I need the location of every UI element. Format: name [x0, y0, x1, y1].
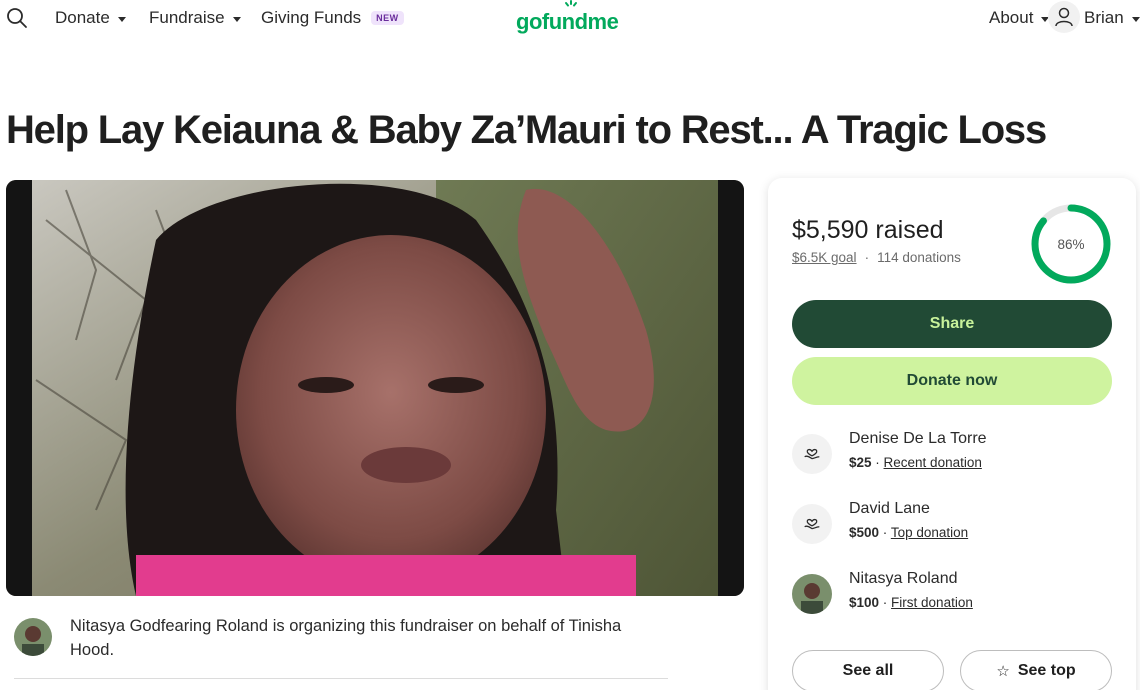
nav-user-menu[interactable]: Brian — [1084, 8, 1140, 28]
donor-amount: $25 — [849, 455, 872, 470]
meta-separator: · — [871, 455, 884, 470]
recent-donation-link[interactable]: Recent donation — [884, 455, 982, 470]
nav-giving-funds-link[interactable]: Giving Funds NEW — [261, 8, 404, 28]
avatar — [14, 618, 52, 656]
organizer-avatar[interactable] — [14, 618, 52, 656]
search-icon[interactable] — [6, 7, 28, 29]
donor-name: Nitasya Roland — [849, 570, 958, 587]
donor-meta: $25 · Recent donation — [849, 455, 982, 470]
goal-line: $6.5K goal · 114 donations — [792, 250, 961, 265]
see-top-label: See top — [1017, 662, 1076, 679]
top-navigation: Donate Fundraise Giving Funds NEW gofund… — [0, 0, 1140, 36]
meta-separator: · — [879, 595, 892, 610]
donor-item: David Lane $500 · Top donation — [792, 500, 1112, 550]
organizer-description: Nitasya Godfearing Roland is organizing … — [70, 617, 622, 659]
donor-name: Denise De La Torre — [849, 430, 987, 447]
chevron-down-icon — [1131, 16, 1140, 22]
donor-name: David Lane — [849, 500, 930, 517]
nav-giving-funds-label: Giving Funds — [261, 8, 362, 27]
nav-donate-label: Donate — [55, 8, 110, 27]
meta-separator: · — [879, 525, 891, 540]
divider — [14, 678, 668, 679]
campaign-photo[interactable] — [6, 180, 744, 596]
star-icon: ☆ — [996, 663, 1010, 680]
heart-hand-icon — [792, 434, 832, 474]
donation-count: 114 donations — [877, 250, 961, 265]
donor-amount: $100 — [849, 595, 880, 610]
nav-about-menu[interactable]: About — [989, 8, 1050, 28]
donor-meta: $500 · Top donation — [849, 525, 968, 540]
share-button[interactable]: Share — [792, 300, 1112, 348]
see-top-button[interactable]: ☆ See top — [960, 650, 1112, 690]
user-icon — [1055, 7, 1073, 27]
nav-fundraise-menu[interactable]: Fundraise — [149, 8, 241, 28]
nav-about-label: About — [989, 8, 1034, 27]
user-name: Brian — [1084, 8, 1124, 27]
donor-item: Denise De La Torre $25 · Recent donation — [792, 430, 1112, 480]
amount-raised: $5,590 raised — [792, 216, 944, 244]
progress-percent: 86% — [1057, 236, 1085, 252]
user-avatar[interactable] — [1048, 1, 1080, 33]
goal-link[interactable]: $6.5K goal — [792, 250, 857, 265]
top-donation-link[interactable]: Top donation — [891, 525, 968, 540]
donate-now-button[interactable]: Donate now — [792, 357, 1112, 405]
campaign-photo-image — [6, 180, 744, 596]
campaign-title: Help Lay Keiauna & Baby Za’Mauri to Rest… — [6, 108, 1047, 152]
nav-fundraise-label: Fundraise — [149, 8, 225, 27]
chevron-down-icon — [117, 16, 126, 22]
avatar — [792, 574, 832, 614]
see-all-button[interactable]: See all — [792, 650, 944, 690]
first-donation-link[interactable]: First donation — [891, 595, 973, 610]
donor-amount: $500 — [849, 525, 880, 540]
logo-text: gofundme — [516, 9, 619, 34]
donor-meta: $100 · First donation — [849, 595, 973, 610]
donor-item: Nitasya Roland $100 · First donation — [792, 570, 1112, 620]
chevron-down-icon — [232, 16, 241, 22]
gofundme-logo[interactable]: gofundme — [516, 0, 626, 38]
new-badge: NEW — [371, 11, 404, 25]
heart-hand-icon — [792, 504, 832, 544]
see-all-label: See all — [842, 662, 894, 679]
nav-donate-menu[interactable]: Donate — [55, 8, 126, 28]
donation-card: $5,590 raised $6.5K goal · 114 donations… — [768, 178, 1136, 690]
separator-dot: · — [864, 250, 870, 265]
